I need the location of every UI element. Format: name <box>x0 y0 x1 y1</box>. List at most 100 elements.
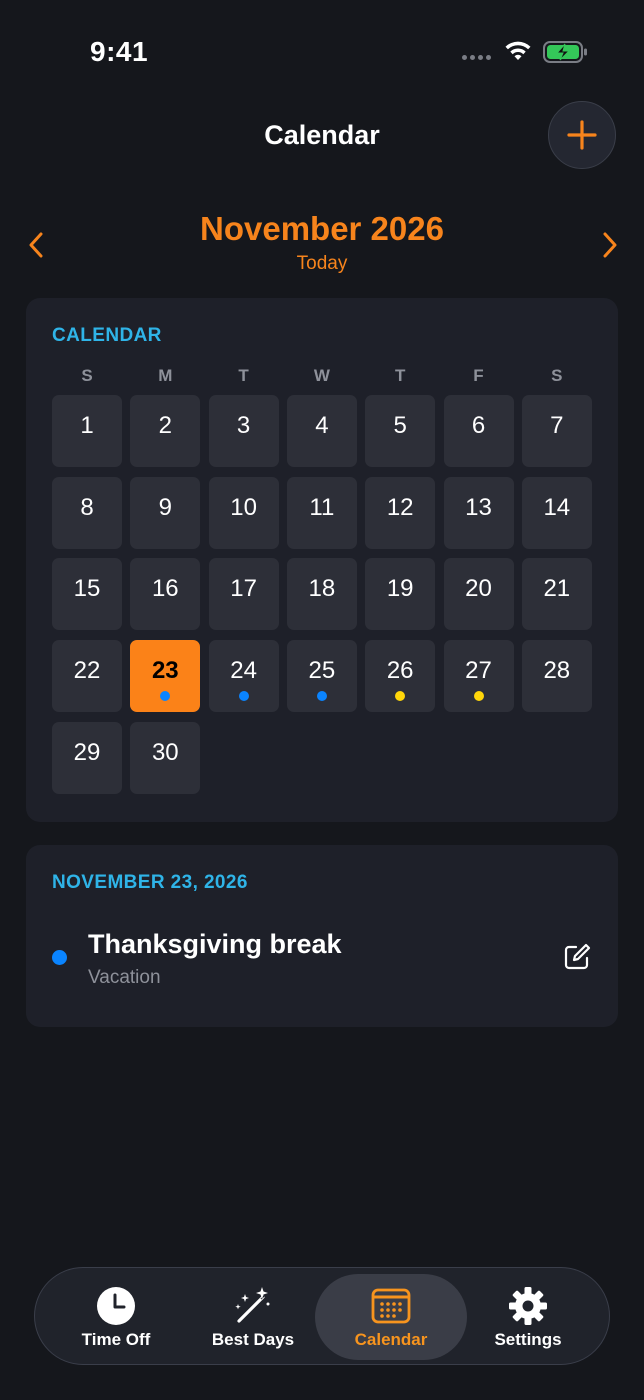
tab-settings[interactable]: Settings <box>453 1268 603 1364</box>
calendar-day-5[interactable]: 5 <box>365 395 436 467</box>
next-month-button[interactable] <box>596 228 624 262</box>
day-number: 7 <box>550 412 564 439</box>
calendar-day-26[interactable]: 26 <box>365 640 436 713</box>
chevron-right-icon <box>603 232 617 258</box>
gear-icon <box>508 1286 548 1326</box>
calendar-day-23[interactable]: 23 <box>130 640 201 713</box>
day-number: 24 <box>230 657 257 685</box>
status-bar: 9:41 <box>0 0 644 100</box>
tab-label: Calendar <box>354 1330 428 1349</box>
day-number: 16 <box>151 575 179 603</box>
signal-icon <box>462 55 491 60</box>
day-number: 23 <box>151 657 179 685</box>
calendar-section-label: CALENDAR <box>52 325 162 346</box>
weekday-label: S <box>551 366 563 385</box>
day-number: 4 <box>315 412 329 439</box>
status-time: 9:41 <box>90 36 149 67</box>
calendar-day-12[interactable]: 12 <box>365 476 436 549</box>
weekday-label: F <box>473 366 484 385</box>
event-dot <box>473 691 484 702</box>
tab-label: Time Off <box>81 1330 151 1349</box>
calendar-day-27[interactable]: 27 <box>443 640 514 713</box>
day-number: 28 <box>543 657 571 685</box>
clock-icon <box>96 1286 136 1326</box>
magic-wand-icon <box>233 1286 273 1326</box>
tab-best-days[interactable]: Best Days <box>178 1268 328 1364</box>
weekday-label: M <box>158 366 173 385</box>
calendar-day-30[interactable]: 30 <box>130 721 201 794</box>
calendar-day-28[interactable]: 28 <box>521 640 592 713</box>
calendar-day-6[interactable]: 6 <box>443 395 514 467</box>
wifi-icon <box>505 41 531 60</box>
weekday-label: T <box>238 366 249 385</box>
day-number: 22 <box>73 657 101 685</box>
calendar-day-14[interactable]: 14 <box>521 476 592 549</box>
selected-date-label: NOVEMBER 23, 2026 <box>52 872 248 893</box>
calendar-day-15[interactable]: 15 <box>52 558 122 631</box>
calendar-day-7[interactable]: 7 <box>521 395 592 467</box>
calendar-day-13[interactable]: 13 <box>443 476 514 549</box>
calendar-day-2[interactable]: 2 <box>130 395 201 467</box>
calendar-grid: 1 2 3 4 5 6 7 8 9 10 11 12 13 14 15 16 17 18 19 20 21 22 23 24 2… <box>52 395 596 797</box>
tab-label: Settings <box>494 1330 562 1349</box>
calendar-day-21[interactable]: 21 <box>521 558 592 631</box>
day-number: 8 <box>80 493 94 521</box>
day-number: 29 <box>73 738 101 766</box>
day-number: 17 <box>230 575 257 603</box>
tab-calendar[interactable]: Calendar <box>316 1268 466 1364</box>
calendar-day-4[interactable]: 4 <box>286 395 357 467</box>
day-number: 9 <box>158 493 172 521</box>
day-number: 21 <box>543 575 571 603</box>
calendar-day-18[interactable]: 18 <box>286 558 357 631</box>
day-number: 30 <box>151 738 179 766</box>
calendar-day-1[interactable]: 1 <box>52 395 122 467</box>
day-number: 3 <box>236 412 251 439</box>
calendar-day-8[interactable]: 8 <box>52 476 122 549</box>
plus-icon <box>567 120 597 150</box>
day-number: 10 <box>230 493 257 521</box>
day-number: 1 <box>80 412 94 439</box>
event-type: Vacation <box>88 967 161 988</box>
event-color-dot <box>52 950 67 965</box>
day-number: 20 <box>465 575 492 603</box>
calendar-day-11[interactable]: 11 <box>286 476 357 549</box>
calendar-day-29[interactable]: 29 <box>52 721 122 794</box>
tab-bar: Time Off Best Days Calendar Settings <box>34 1267 610 1365</box>
day-number: 6 <box>471 412 486 439</box>
day-number: 19 <box>386 575 414 603</box>
event-dot <box>316 691 327 702</box>
edit-icon <box>564 943 591 970</box>
calendar-day-10[interactable]: 10 <box>208 476 279 549</box>
today-button[interactable]: Today <box>0 253 644 275</box>
event-dot <box>238 691 249 702</box>
day-number: 18 <box>308 575 336 603</box>
day-number: 5 <box>393 412 407 439</box>
day-number: 11 <box>309 493 335 521</box>
selected-day-card: NOVEMBER 23, 2026 Thanksgiving break Vac… <box>26 845 618 1027</box>
edit-event-button[interactable] <box>560 940 594 974</box>
calendar-day-16[interactable]: 16 <box>130 558 201 631</box>
calendar-day-17[interactable]: 17 <box>208 558 279 631</box>
day-number: 12 <box>386 493 414 521</box>
add-button[interactable] <box>548 101 616 169</box>
day-number: 14 <box>543 493 571 521</box>
day-number: 13 <box>465 493 492 521</box>
day-number: 15 <box>73 575 101 603</box>
event-dot <box>160 691 171 702</box>
month-title: November 2026 <box>200 210 444 247</box>
calendar-day-25[interactable]: 25 <box>286 640 357 713</box>
calendar-card: CALENDAR S M T W T F S 1 2 3 4 5 6 7 8 9 10 11 12 13… <box>26 298 618 822</box>
calendar-day-9[interactable]: 9 <box>130 476 201 549</box>
battery-icon <box>543 41 587 63</box>
event-dot <box>395 691 406 702</box>
calendar-day-22[interactable]: 22 <box>52 640 122 713</box>
calendar-day-3[interactable]: 3 <box>208 395 279 467</box>
calendar-icon <box>371 1286 411 1326</box>
weekday-label: T <box>394 366 406 385</box>
event-row[interactable]: Thanksgiving break Vacation <box>26 923 618 993</box>
calendar-day-20[interactable]: 20 <box>443 558 514 631</box>
calendar-day-24[interactable]: 24 <box>208 640 279 713</box>
tab-time-off[interactable]: Time Off <box>41 1268 191 1364</box>
calendar-day-19[interactable]: 19 <box>365 558 436 631</box>
event-title: Thanksgiving break <box>88 929 342 959</box>
